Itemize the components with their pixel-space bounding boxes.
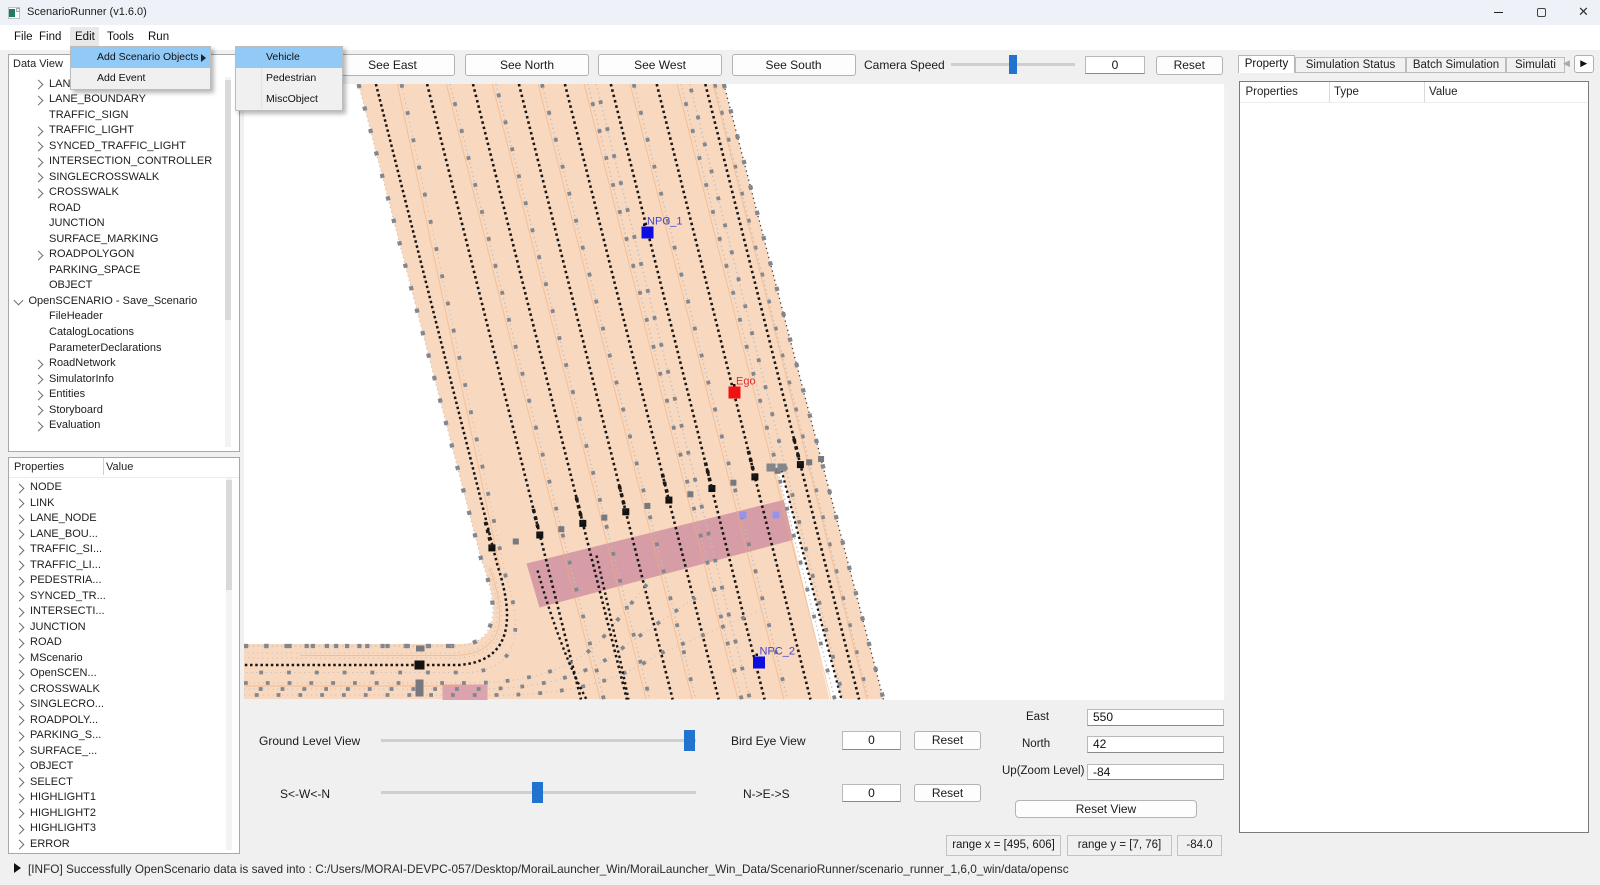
svg-text:NPC_2: NPC_2	[759, 645, 794, 657]
svg-text:NPC_1: NPC_1	[647, 215, 682, 227]
svg-text:Ego: Ego	[736, 375, 756, 387]
